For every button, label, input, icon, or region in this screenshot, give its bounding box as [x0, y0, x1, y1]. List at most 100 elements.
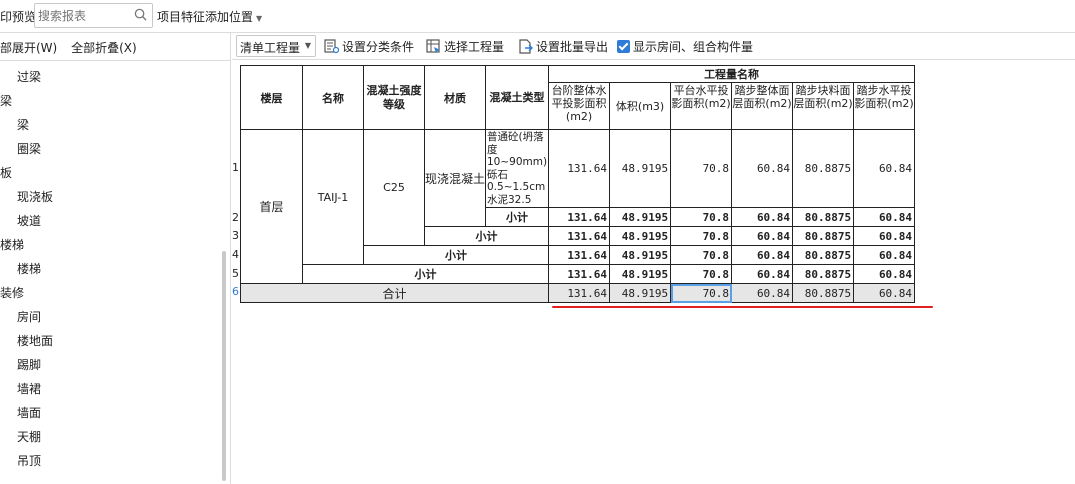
feature-position-label: 项目特征添加位置	[157, 10, 254, 24]
tree-item[interactable]: 踢脚	[0, 353, 230, 377]
header-name[interactable]: 名称	[302, 65, 364, 130]
print-preview-button[interactable]: 印预览	[0, 8, 36, 25]
header-concrete-type[interactable]: 混凝土类型	[484, 65, 550, 130]
subtotal-label[interactable]: 小计	[362, 245, 550, 265]
subtotal-label[interactable]: 小计	[301, 264, 550, 284]
subtotal-value[interactable]: 80.8875	[792, 207, 855, 227]
cell-value[interactable]: 131.64	[548, 129, 611, 208]
subtotal-value[interactable]: 60.84	[731, 245, 794, 265]
total-value[interactable]: 48.9195	[609, 283, 672, 303]
subtotal-value[interactable]: 80.8875	[792, 226, 855, 246]
cell-value[interactable]: 60.84	[731, 129, 794, 208]
set-category-label: 设置分类条件	[342, 40, 415, 54]
tree-item[interactable]: 梁	[0, 113, 230, 137]
report-search-box[interactable]	[34, 3, 153, 28]
subtotal-value[interactable]: 48.9195	[609, 207, 672, 227]
batch-export-button[interactable]: 设置批量导出	[518, 38, 608, 55]
cell-value[interactable]: 80.8875	[792, 129, 855, 208]
tree-group[interactable]: 板	[0, 161, 230, 185]
tree-group[interactable]: 楼梯	[0, 233, 230, 257]
subtotal-label[interactable]: 小计	[484, 207, 550, 227]
set-category-button[interactable]: 设置分类条件	[324, 38, 414, 55]
tree-item[interactable]: 楼地面	[0, 329, 230, 353]
chevron-down-icon: ▼	[256, 14, 263, 23]
tree-group[interactable]: 装修	[0, 281, 230, 305]
collapse-all-button[interactable]: 全部折叠(X)	[71, 41, 137, 55]
subtotal-value[interactable]: 70.8	[670, 207, 733, 227]
subtotal-value[interactable]: 60.84	[731, 226, 794, 246]
header-q5[interactable]: 踏步块料面层面积(m2)	[792, 82, 855, 130]
feature-position-dropdown[interactable]: 项目特征添加位置 ▼	[157, 8, 262, 25]
total-value[interactable]: 80.8875	[792, 283, 855, 303]
tree-item[interactable]: 过梁	[0, 65, 230, 89]
subtotal-value[interactable]: 60.84	[853, 226, 916, 246]
total-label[interactable]: 合计	[239, 283, 550, 303]
quantity-mode-select[interactable]: 清单工程量 ▼	[236, 35, 316, 57]
tree-scrollbar[interactable]	[222, 251, 226, 481]
subtotal-value[interactable]: 80.8875	[792, 264, 855, 284]
subtotal-value[interactable]: 70.8	[670, 245, 733, 265]
total-value[interactable]: 60.84	[853, 283, 916, 303]
subtotal-value[interactable]: 48.9195	[609, 245, 672, 265]
tree-item[interactable]: 现浇板	[0, 185, 230, 209]
top-bar: 印预览 项目特征添加位置▼	[0, 0, 1075, 33]
total-value[interactable]: 131.64	[548, 283, 611, 303]
report-tree-panel: 部展开(W) 全部折叠(X) 过梁 梁 梁 圈梁 板 现浇板 坡道 楼梯 楼梯 …	[0, 33, 231, 484]
tree-item[interactable]: 吊顶	[0, 449, 230, 473]
header-q2[interactable]: 体积(m3)	[609, 82, 672, 130]
subtotal-value[interactable]: 60.84	[853, 264, 916, 284]
tree-item[interactable]: 坡道	[0, 209, 230, 233]
cell-floor[interactable]: 首层	[240, 129, 303, 284]
total-value-selected[interactable]: 70.8	[670, 283, 733, 303]
row-number-selected: 6	[232, 285, 239, 298]
tree-item[interactable]: 天棚	[0, 425, 230, 449]
subtotal-value[interactable]: 60.84	[731, 207, 794, 227]
header-material[interactable]: 材质	[424, 65, 486, 130]
cell-material[interactable]: 现浇混凝土	[424, 129, 486, 227]
show-rooms-checkbox[interactable]: 显示房间、组合构件量	[617, 38, 753, 55]
header-q1[interactable]: 台阶整体水平投影面积(m2)	[548, 82, 611, 130]
tree-group[interactable]: 梁	[0, 89, 230, 113]
total-value[interactable]: 60.84	[731, 283, 794, 303]
cell-value[interactable]: 48.9195	[609, 129, 672, 208]
tree-toolbar: 部展开(W) 全部折叠(X)	[0, 33, 230, 61]
cell-name[interactable]: TAIJ-1	[302, 129, 364, 265]
subtotal-value[interactable]: 131.64	[548, 207, 611, 227]
subtotal-value[interactable]: 60.84	[853, 245, 916, 265]
cell-grade[interactable]: C25	[363, 129, 425, 246]
row-number: 5	[232, 267, 239, 280]
tree-item[interactable]: 圈梁	[0, 137, 230, 161]
header-q4[interactable]: 踏步整体面层面积(m2)	[731, 82, 794, 130]
subtotal-value[interactable]: 131.64	[548, 226, 611, 246]
header-q3[interactable]: 平台水平投影面积(m2)	[670, 82, 733, 130]
header-floor[interactable]: 楼层	[240, 65, 303, 130]
tree-item[interactable]: 墙面	[0, 401, 230, 425]
cell-concrete-type[interactable]: 普通砼(坍落度10~90mm) 砾石0.5~1.5cm 水泥32.5	[484, 129, 550, 208]
subtotal-value[interactable]: 60.84	[731, 264, 794, 284]
tree-item[interactable]: 墙裙	[0, 377, 230, 401]
tree-item[interactable]: 房间	[0, 305, 230, 329]
header-quantity-group[interactable]: 工程量名称	[548, 65, 916, 83]
search-icon[interactable]	[134, 8, 147, 21]
chevron-down-icon: ▼	[304, 41, 311, 50]
subtotal-value[interactable]: 80.8875	[792, 245, 855, 265]
subtotal-value[interactable]: 70.8	[670, 226, 733, 246]
subtotal-value[interactable]: 70.8	[670, 264, 733, 284]
select-quantity-button[interactable]: 选择工程量	[426, 38, 504, 55]
header-concrete-grade[interactable]: 混凝土强度等级	[363, 65, 425, 130]
cell-value[interactable]: 60.84	[853, 129, 916, 208]
subtotal-value[interactable]: 48.9195	[609, 226, 672, 246]
cell-value[interactable]: 70.8	[670, 129, 733, 208]
subtotal-value[interactable]: 131.64	[548, 264, 611, 284]
show-rooms-label: 显示房间、组合构件量	[633, 40, 754, 54]
subtotal-value[interactable]: 60.84	[853, 207, 916, 227]
report-search-input[interactable]	[35, 4, 130, 27]
subtotal-value[interactable]: 48.9195	[609, 264, 672, 284]
tree-item[interactable]: 楼梯	[0, 257, 230, 281]
checkbox-checked-icon[interactable]	[617, 40, 630, 53]
expand-all-button[interactable]: 部展开(W)	[0, 41, 57, 55]
subtotal-value[interactable]: 131.64	[548, 245, 611, 265]
row-number: 4	[232, 248, 239, 261]
subtotal-label[interactable]: 小计	[423, 226, 550, 246]
header-q6[interactable]: 踏步水平投影面积(m2)	[853, 82, 916, 130]
